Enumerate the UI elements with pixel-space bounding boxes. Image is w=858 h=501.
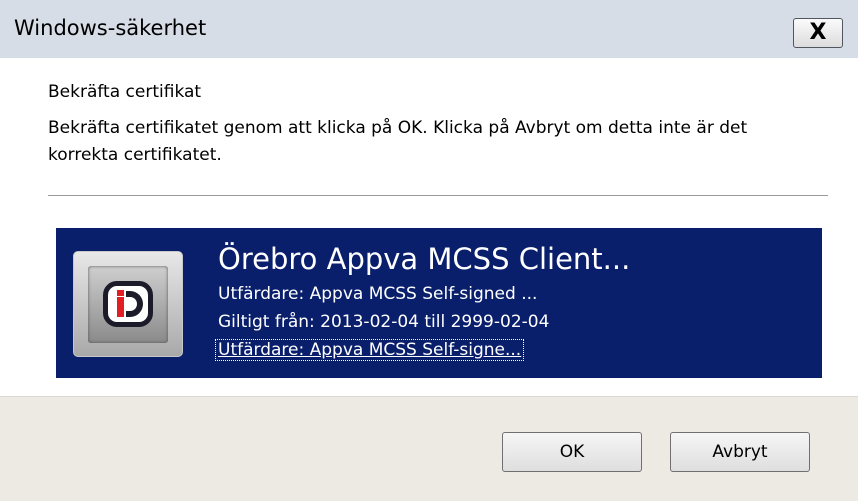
certificate-issuer: Utfärdare: Appva MCSS Self-signed ... xyxy=(218,284,538,304)
close-icon: X xyxy=(809,20,827,45)
logo-d-shape xyxy=(126,291,143,317)
button-bar: OK Avbryt xyxy=(0,396,858,501)
logo-i-dot xyxy=(117,290,124,296)
separator xyxy=(48,195,828,196)
logo-i-stem xyxy=(117,297,124,317)
certificate-validity: Giltigt från: 2013-02-04 till 2999-02-04 xyxy=(218,312,550,332)
cancel-button[interactable]: Avbryt xyxy=(670,432,810,472)
icon-frame xyxy=(88,266,168,343)
title-bar[interactable]: Windows-säkerhet X xyxy=(0,0,858,58)
dialog-description: Bekräfta certifikatet genom att klicka p… xyxy=(48,118,748,165)
close-button[interactable]: X xyxy=(793,18,843,48)
security-dialog: Windows-säkerhet X Bekräfta certifikat B… xyxy=(0,0,858,501)
certificate-tile[interactable]: Örebro Appva MCSS Client... Utfärdare: A… xyxy=(56,228,822,378)
certificate-details-link[interactable]: Utfärdare: Appva MCSS Self-signe... xyxy=(214,339,525,361)
window-title: Windows-säkerhet xyxy=(14,16,207,40)
ok-button[interactable]: OK xyxy=(502,432,642,472)
appva-id-icon xyxy=(103,281,153,327)
certificate-name: Örebro Appva MCSS Client... xyxy=(218,242,631,276)
certificate-app-icon xyxy=(73,251,183,357)
dialog-heading: Bekräfta certifikat xyxy=(48,82,202,102)
dialog-content: Bekräfta certifikat Bekräfta certifikate… xyxy=(0,58,858,396)
